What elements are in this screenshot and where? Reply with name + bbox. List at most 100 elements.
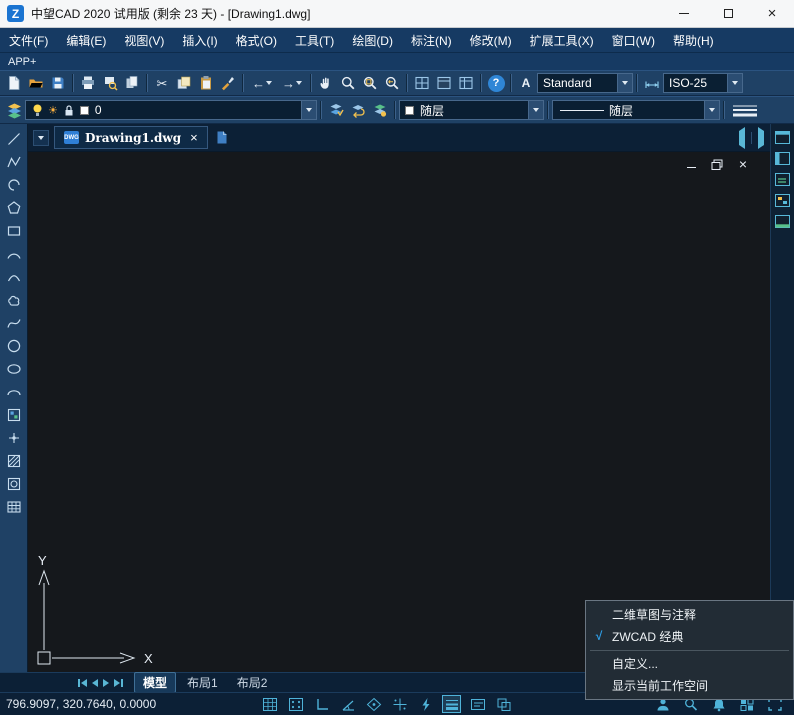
polar-toggle[interactable] — [338, 695, 357, 713]
layer-manager-button[interactable] — [3, 99, 25, 121]
layer-combo[interactable]: ☀ 0 — [25, 100, 317, 120]
selection-cycling-toggle[interactable] — [494, 695, 513, 713]
match-properties-button[interactable] — [217, 72, 239, 94]
make-layer-current-button[interactable] — [325, 99, 347, 121]
snap-toggle[interactable] — [286, 695, 305, 713]
tab-layout2[interactable]: 布局2 — [229, 673, 276, 692]
text-style-button[interactable]: A — [515, 72, 537, 94]
line-button[interactable] — [3, 131, 25, 147]
save-button[interactable] — [47, 72, 69, 94]
chevron-down-icon[interactable] — [727, 74, 742, 92]
lineweight-toggle[interactable] — [442, 695, 461, 713]
menu-dimension[interactable]: 标注(N) — [402, 28, 461, 52]
zoom-window-button[interactable] — [359, 72, 381, 94]
osnap-toggle[interactable] — [364, 695, 383, 713]
linetype-combo[interactable]: 随层 — [552, 100, 720, 120]
point-button[interactable] — [3, 430, 25, 446]
sheet-views-button[interactable] — [455, 72, 477, 94]
sheet-set-palette-button[interactable] — [774, 214, 791, 229]
chevron-down-icon[interactable] — [617, 74, 632, 92]
menu-format[interactable]: 格式(O) — [227, 28, 286, 52]
menu-tools[interactable]: 工具(T) — [286, 28, 343, 52]
doc-minimize-button[interactable] — [684, 158, 698, 170]
prev-tab-button[interactable] — [92, 679, 98, 687]
arc-3point-button[interactable] — [3, 246, 25, 262]
layer-states-button[interactable] — [369, 99, 391, 121]
menu-modify[interactable]: 修改(M) — [461, 28, 521, 52]
menu-item-zwcad-classic[interactable]: √ ZWCAD 经典 — [586, 625, 793, 647]
cut-button[interactable]: ✂ — [151, 72, 173, 94]
plot-button[interactable] — [77, 72, 99, 94]
viewports-button[interactable] — [411, 72, 433, 94]
menu-draw[interactable]: 绘图(D) — [343, 28, 402, 52]
maximize-button[interactable] — [706, 0, 750, 27]
menu-help[interactable]: 帮助(H) — [664, 28, 723, 52]
tab-close-icon[interactable]: × — [190, 130, 198, 145]
chevron-down-icon[interactable] — [528, 101, 543, 119]
menu-file[interactable]: 文件(F) — [0, 28, 57, 52]
arc-button[interactable] — [3, 177, 25, 193]
doc-restore-button[interactable] — [710, 158, 724, 170]
menu-view[interactable]: 视图(V) — [115, 28, 173, 52]
revcloud-button[interactable] — [3, 292, 25, 308]
quick-properties-toggle[interactable] — [468, 695, 487, 713]
curve-button[interactable] — [3, 269, 25, 285]
ellipse-arc-button[interactable] — [3, 384, 25, 400]
publish-button[interactable] — [121, 72, 143, 94]
named-views-button[interactable] — [433, 72, 455, 94]
undo-button[interactable]: ← — [247, 72, 277, 94]
help-button[interactable]: ? — [485, 72, 507, 94]
chevron-down-icon[interactable] — [301, 101, 316, 119]
polygon-button[interactable] — [3, 200, 25, 216]
menu-edit[interactable]: 编辑(E) — [57, 28, 115, 52]
chevron-down-icon[interactable] — [704, 101, 719, 119]
region-button[interactable] — [3, 476, 25, 492]
close-button[interactable]: × — [750, 0, 794, 27]
properties-palette-button[interactable] — [774, 130, 791, 145]
dim-style-button[interactable] — [641, 72, 663, 94]
copy-button[interactable] — [173, 72, 195, 94]
hatch-button[interactable] — [3, 453, 25, 469]
otrack-toggle[interactable] — [390, 695, 409, 713]
tab-scroll-right-icon[interactable] — [758, 131, 764, 145]
grid-toggle[interactable] — [260, 695, 279, 713]
spline-button[interactable] — [3, 315, 25, 331]
zoom-previous-button[interactable] — [381, 72, 403, 94]
tool-palette-button[interactable] — [774, 193, 791, 208]
document-tab[interactable]: DWG Drawing1.dwg × — [54, 126, 208, 149]
circle-button[interactable] — [3, 338, 25, 354]
tab-scroll-left-icon[interactable] — [739, 131, 745, 145]
text-style-combo[interactable]: Standard — [537, 73, 633, 93]
dim-style-combo[interactable]: ISO-25 — [663, 73, 743, 93]
redo-button[interactable]: → — [277, 72, 307, 94]
zoom-realtime-button[interactable] — [337, 72, 359, 94]
app-plus-label[interactable]: APP+ — [8, 56, 36, 68]
open-button[interactable] — [25, 72, 47, 94]
new-tab-button[interactable] — [213, 129, 231, 146]
tab-model[interactable]: 模型 — [134, 672, 176, 693]
paste-button[interactable] — [195, 72, 217, 94]
doc-close-button[interactable]: × — [736, 158, 750, 170]
insert-block-button[interactable] — [3, 407, 25, 423]
menu-item-drafting-annotation[interactable]: 二维草图与注释 — [586, 603, 793, 625]
menu-insert[interactable]: 插入(I) — [173, 28, 226, 52]
menu-item-show-current-workspace[interactable]: 显示当前工作空间 — [586, 675, 793, 697]
table-button[interactable] — [3, 499, 25, 515]
lineweight-button[interactable] — [728, 99, 762, 121]
next-tab-button[interactable] — [103, 679, 109, 687]
pan-button[interactable] — [315, 72, 337, 94]
layer-previous-button[interactable] — [347, 99, 369, 121]
rectangle-button[interactable] — [3, 223, 25, 239]
color-combo[interactable]: 随层 — [399, 100, 544, 120]
tab-list-button[interactable] — [33, 130, 49, 146]
minimize-button[interactable] — [662, 0, 706, 27]
menu-express[interactable]: 扩展工具(X) — [521, 28, 603, 52]
menu-item-customize[interactable]: 自定义... — [586, 653, 793, 675]
design-center-button[interactable] — [774, 172, 791, 187]
last-tab-button[interactable] — [114, 679, 123, 687]
new-button[interactable] — [3, 72, 25, 94]
drawing-canvas[interactable]: × Y X — [28, 152, 794, 672]
tab-layout1[interactable]: 布局1 — [179, 673, 226, 692]
polyline-button[interactable] — [3, 154, 25, 170]
ellipse-button[interactable] — [3, 361, 25, 377]
